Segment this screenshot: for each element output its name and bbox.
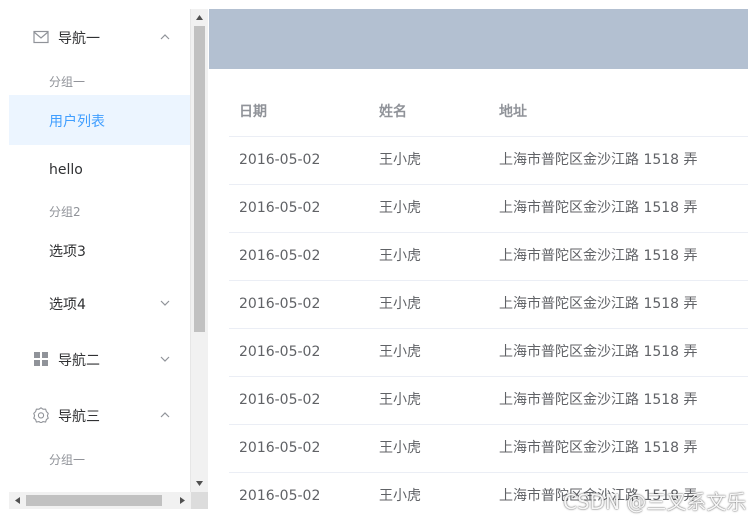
menu-item-option3[interactable]: 选项3 (9, 225, 191, 275)
cell-date: 2016-05-02 (239, 344, 321, 360)
menu-group-title: 分组2 (9, 195, 191, 225)
cell-name: 王小虎 (379, 296, 421, 312)
table-row[interactable]: 2016-05-02 王小虎 上海市普陀区金沙江路 1518 弄 (229, 185, 748, 233)
cell-address: 上海市普陀区金沙江路 1518 弄 (499, 296, 698, 312)
mail-icon (33, 29, 49, 45)
cell-date: 2016-05-02 (239, 440, 321, 456)
table-row[interactable]: 2016-05-02 王小虎 上海市普陀区金沙江路 1518 弄 (229, 137, 748, 185)
scroll-left-arrow-icon[interactable] (9, 492, 26, 509)
grid-icon (33, 351, 49, 367)
menu-item-hello[interactable]: hello (9, 145, 191, 195)
cell-date: 2016-05-02 (239, 152, 321, 168)
cell-address: 上海市普陀区金沙江路 1518 弄 (499, 152, 698, 168)
cell-name: 王小虎 (379, 248, 421, 264)
sidebar-horizontal-scrollbar[interactable] (9, 492, 191, 509)
cell-address: 上海市普陀区金沙江路 1518 弄 (499, 440, 698, 456)
menu-group-title: 分组一 (9, 65, 191, 95)
cell-name: 王小虎 (379, 440, 421, 456)
scroll-right-arrow-icon[interactable] (174, 492, 191, 509)
horizontal-scroll-thumb[interactable] (26, 495, 162, 506)
table-row[interactable]: 2016-05-02 王小虎 上海市普陀区金沙江路 1518 弄 (229, 329, 748, 377)
cell-name: 王小虎 (379, 392, 421, 408)
data-table: 日期 姓名 地址 2016-05-02 王小虎 上海市普陀区金沙江路 1518 … (229, 89, 748, 509)
cell-date: 2016-05-02 (239, 248, 321, 264)
cell-address: 上海市普陀区金沙江路 1518 弄 (499, 248, 698, 264)
cell-address: 上海市普陀区金沙江路 1518 弄 (499, 200, 698, 216)
table-row[interactable]: 2016-05-02 王小虎 上海市普陀区金沙江路 1518 弄 (229, 425, 748, 473)
cell-address: 上海市普陀区金沙江路 1518 弄 (499, 344, 698, 360)
vertical-scroll-thumb[interactable] (194, 26, 205, 332)
chevron-up-icon (159, 409, 171, 421)
table-row[interactable]: 2016-05-02 王小虎 上海市普陀区金沙江路 1518 弄 (229, 233, 748, 281)
cell-name: 王小虎 (379, 488, 421, 504)
scroll-down-arrow-icon[interactable] (191, 475, 208, 492)
cell-name: 王小虎 (379, 200, 421, 216)
watermark-text: CSDN @三叉系文乐 (563, 490, 747, 514)
submenu-option4-label: 选项4 (49, 297, 86, 313)
chevron-up-icon (159, 31, 171, 43)
menu-group-label: 分组2 (49, 205, 81, 219)
menu-item-label: 选项3 (49, 244, 86, 260)
cell-name: 王小虎 (379, 152, 421, 168)
menu-item-user-list[interactable]: 用户列表 (9, 95, 191, 145)
menu-group-label: 分组一 (49, 75, 86, 89)
submenu-option4[interactable]: 选项4 (9, 275, 191, 331)
table-header-row: 日期 姓名 地址 (229, 89, 748, 137)
cell-date: 2016-05-02 (239, 296, 321, 312)
submenu-nav2[interactable]: 导航二 (9, 331, 191, 387)
cell-date: 2016-05-02 (239, 488, 321, 504)
app-frame: 导航一 分组一 用户列表 hello 分组2 选项3 选项4 导航二 导航三 分… (9, 9, 748, 509)
submenu-nav2-label: 导航二 (58, 353, 100, 369)
submenu-nav1-label: 导航一 (58, 31, 100, 47)
table-row[interactable]: 2016-05-02 王小虎 上海市普陀区金沙江路 1518 弄 (229, 281, 748, 329)
menu-item-label: 用户列表 (49, 114, 105, 130)
gear-icon (33, 407, 49, 423)
scrollbar-corner (191, 492, 208, 509)
submenu-nav1[interactable]: 导航一 (9, 9, 191, 65)
cell-date: 2016-05-02 (239, 200, 321, 216)
column-header-address: 地址 (499, 104, 527, 120)
main-content: 日期 姓名 地址 2016-05-02 王小虎 上海市普陀区金沙江路 1518 … (209, 69, 748, 509)
cell-address: 上海市普陀区金沙江路 1518 弄 (499, 392, 698, 408)
menu-group-title: 分组一 (9, 443, 191, 473)
header-bar (209, 9, 748, 69)
table-row[interactable]: 2016-05-02 王小虎 上海市普陀区金沙江路 1518 弄 (229, 377, 748, 425)
sidebar-menu: 导航一 分组一 用户列表 hello 分组2 选项3 选项4 导航二 导航三 分… (9, 9, 191, 492)
column-header-name: 姓名 (379, 104, 407, 120)
chevron-down-icon (159, 353, 171, 365)
menu-group-label: 分组一 (49, 453, 86, 467)
scroll-up-arrow-icon[interactable] (191, 9, 208, 26)
column-header-date: 日期 (239, 104, 267, 120)
cell-name: 王小虎 (379, 344, 421, 360)
submenu-nav3[interactable]: 导航三 (9, 387, 191, 443)
sidebar-vertical-scrollbar[interactable] (191, 9, 208, 492)
chevron-down-icon (159, 297, 171, 309)
menu-item-label: hello (49, 162, 83, 178)
cell-date: 2016-05-02 (239, 392, 321, 408)
submenu-nav3-label: 导航三 (58, 409, 100, 425)
